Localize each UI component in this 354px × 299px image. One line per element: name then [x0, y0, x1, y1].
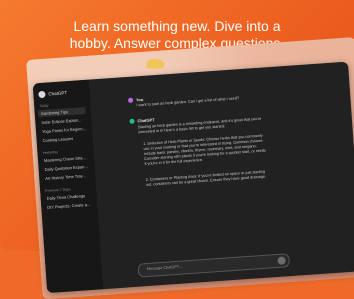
send-button[interactable] — [277, 256, 286, 265]
user-message: I want to start an herb garden. Can I ge… — [136, 96, 240, 108]
assistant-avatar-icon — [129, 118, 135, 124]
headline-line-1: Learn something new. Dive into a — [73, 18, 281, 34]
chatgpt-window: ChatGPT Today Gardening Tips Solar Eclip… — [32, 61, 354, 294]
assistant-intro: Starting an herb garden is a rewarding e… — [137, 116, 262, 135]
message-input-placeholder: Message ChatGPT... — [146, 264, 182, 272]
message-input[interactable]: Message ChatGPT... — [137, 253, 291, 278]
app-screenshot-scene: ChatGPT Today Gardening Tips Solar Eclip… — [26, 36, 354, 299]
sidebar-item-diy-projects[interactable]: DIY Projects: Create a... — [44, 201, 92, 211]
leaf-shape — [146, 58, 166, 70]
sidebar-item-art-history[interactable]: Art History Time Trav... — [42, 172, 90, 182]
section-yesterday: Yesterday — [42, 150, 59, 156]
chatgpt-logo-icon — [38, 90, 46, 99]
sidebar-item-cooking-lessons[interactable]: Cooking Lessons — [39, 134, 87, 144]
assistant-point-1: 1. Selection of Herb Plants or Seeds: Ch… — [143, 133, 267, 166]
user-name: You — [135, 96, 144, 103]
section-today: Today — [39, 103, 49, 109]
brand-name: ChatGPT — [48, 90, 68, 97]
assistant-point-2: 2. Containers or Planting Area: If you'r… — [145, 169, 267, 187]
sidebar-brand[interactable]: ChatGPT — [38, 89, 68, 99]
assistant-name: ChatGPT — [137, 117, 155, 124]
promo-card: Learn something new. Dive into a hobby. … — [0, 0, 354, 299]
user-avatar — [127, 97, 134, 103]
chat-main: You I want to start an herb garden. Can … — [89, 62, 354, 290]
section-previous-7-days: Previous 7 Days — [45, 187, 71, 193]
